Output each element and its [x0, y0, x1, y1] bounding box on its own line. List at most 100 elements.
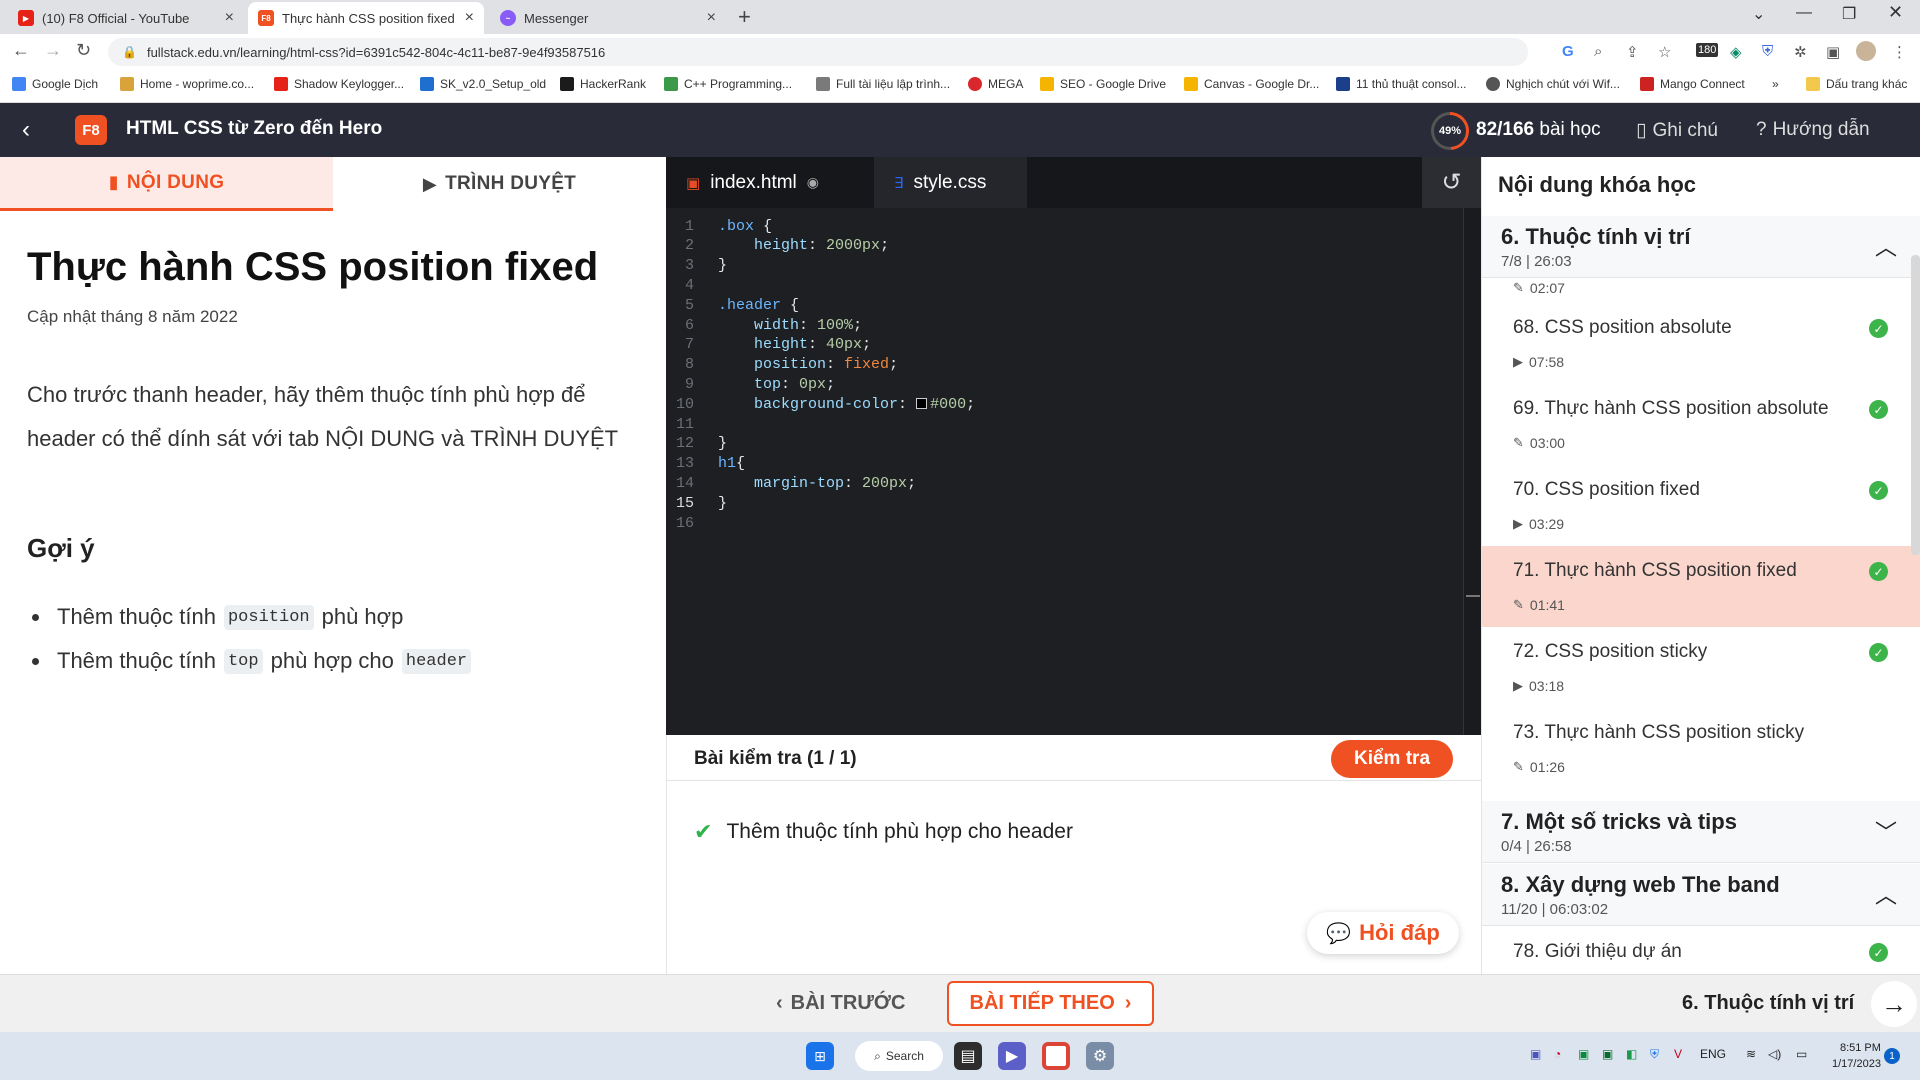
minimize-icon[interactable]: — [1796, 4, 1812, 22]
app-tray-icon[interactable]: ◧ [1626, 1047, 1637, 1061]
teams-chat-icon[interactable]: ▶ [998, 1042, 1026, 1070]
lesson-item-active[interactable]: 71. Thực hành CSS position fixed ✎ 01:41 … [1482, 546, 1920, 627]
bookmark-item[interactable]: C++ Programming... [664, 77, 792, 91]
lesson-duration: 01:26 [1529, 759, 1565, 775]
browser-tab-messenger[interactable]: ~ Messenger × [490, 2, 726, 34]
app-tray-icon[interactable]: V [1674, 1047, 1682, 1061]
tab-style-css[interactable]: ∃ style.css [874, 157, 1027, 208]
window-close-icon[interactable]: ✕ [1888, 2, 1903, 23]
app-header: ‹ F8 HTML CSS từ Zero đến Hero 49% 82/16… [0, 103, 1920, 157]
chrome-icon[interactable] [1042, 1042, 1070, 1070]
bookmark-item[interactable]: 11 thủ thuật consol... [1336, 77, 1467, 91]
teams-tray-icon[interactable]: ▣ [1530, 1047, 1541, 1061]
extension-icon[interactable]: ◈ [1730, 43, 1742, 61]
app-tray-icon[interactable]: ▣ [1602, 1047, 1613, 1061]
back-arrow-icon[interactable]: ← [12, 40, 30, 61]
close-icon[interactable]: × [707, 9, 716, 27]
forward-arrow-icon[interactable]: → [44, 40, 62, 61]
bookmark-item[interactable]: Home - woprime.co... [120, 77, 254, 91]
app-tray-icon[interactable]: ▣ [1578, 1047, 1589, 1061]
bookmark-item[interactable]: SEO - Google Drive [1040, 77, 1166, 91]
menu-dots-icon[interactable]: ⋮ [1892, 43, 1907, 61]
taskbar-search[interactable]: ⌕ Search [855, 1041, 943, 1071]
tab-index-html[interactable]: ▣ index.html ◉ [666, 157, 874, 208]
check-button[interactable]: Kiểm tra [1331, 740, 1453, 778]
code-area[interactable]: 1 .box {2 height: 2000px; 3} 4 5 .header {6 w… [666, 208, 1463, 735]
eye-icon[interactable]: ◉ [807, 174, 819, 191]
app-tray-icon[interactable]: ◔ [1554, 1047, 1561, 1061]
extension-badge-icon[interactable]: 180 [1696, 43, 1719, 57]
section-header[interactable]: 8. Xây dựng web The band 11/20 | 06:03:0… [1482, 864, 1920, 926]
tab-search-icon[interactable]: ⌄ [1752, 4, 1765, 24]
section-title: 8. Xây dựng web The band [1501, 872, 1780, 897]
share-icon[interactable]: ⇪ [1626, 43, 1639, 61]
star-icon[interactable]: ☆ [1658, 43, 1671, 61]
bookmark-item[interactable]: MEGA [968, 77, 1023, 91]
tab-browser[interactable]: ▶ TRÌNH DUYỆT [333, 157, 666, 211]
language-indicator[interactable]: ENG [1700, 1047, 1726, 1061]
lesson-item[interactable]: 78. Giới thiệu dự án ✓ [1482, 927, 1920, 974]
avatar[interactable] [1856, 41, 1876, 61]
bookmark-folder[interactable]: Dấu trang khác [1806, 77, 1907, 91]
lesson-item[interactable]: 70. CSS position fixed ▶ 03:29 ✓ [1482, 465, 1920, 546]
bookmarks-overflow[interactable]: » [1772, 77, 1779, 91]
sidepanel-icon[interactable]: ▣ [1826, 43, 1840, 61]
close-icon[interactable]: × [225, 9, 234, 27]
volume-icon[interactable]: ◁) [1768, 1047, 1781, 1061]
zoom-icon[interactable]: ⌕ [1594, 43, 1602, 60]
browser-tab-youtube[interactable]: ▶ (10) F8 Official - YouTube × [8, 2, 244, 34]
puzzle-icon[interactable]: ✲ [1794, 43, 1807, 61]
windows-start-icon[interactable]: ⊞ [806, 1042, 834, 1070]
lesson-item[interactable]: 72. CSS position sticky ▶ 03:18 ✓ [1482, 627, 1920, 708]
url-field[interactable]: 🔒 fullstack.edu.vn/learning/html-css?id=… [108, 38, 1528, 66]
code-text: h1{ [718, 455, 746, 473]
browser-tab-label: (10) F8 Official - YouTube [42, 10, 190, 26]
prev-lesson-button[interactable]: ‹ BÀI TRƯỚC [776, 992, 905, 1015]
site-icon [664, 77, 678, 91]
lesson-item[interactable]: 73. Thực hành CSS position sticky ✎ 01:26 [1482, 708, 1920, 789]
sidebar-scrollbar[interactable] [1911, 255, 1920, 555]
reload-icon[interactable]: ↻ [76, 40, 91, 61]
qa-button[interactable]: 💬 Hỏi đáp [1307, 912, 1459, 954]
done-check-icon: ✓ [1869, 943, 1888, 962]
section-header[interactable]: 7. Một số tricks và tips 0/4 | 26:58 ﹀ [1482, 801, 1920, 863]
bookmark-item[interactable]: SK_v2.0_Setup_old [420, 77, 546, 91]
lesson-meta-partial: ✎ 02:07 [1513, 280, 1565, 296]
browser-tab-lesson[interactable]: F8 Thực hành CSS position fixed × [248, 2, 484, 34]
guide-button[interactable]: ? Hướng dẫn [1756, 119, 1870, 141]
maximize-icon[interactable]: ❐ [1842, 4, 1856, 24]
settings-gear-icon[interactable]: ⚙ [1086, 1042, 1114, 1070]
shield-icon[interactable]: ⛨ [1762, 43, 1773, 60]
reset-icon[interactable]: ↺ [1422, 157, 1481, 208]
back-chevron-icon[interactable]: ‹ [22, 116, 30, 144]
globe-icon [1486, 77, 1500, 91]
arrow-right-icon[interactable]: → [1871, 981, 1917, 1027]
section-header[interactable]: 6. Thuộc tính vị trí 7/8 | 26:03 ︿ [1482, 216, 1920, 278]
wifi-icon[interactable]: ≋ [1746, 1047, 1756, 1061]
battery-icon[interactable]: ▭ [1796, 1047, 1807, 1061]
tab-content[interactable]: ▮ NỘI DUNG [0, 157, 333, 211]
bookmark-item[interactable]: HackerRank [560, 77, 646, 91]
bookmark-item[interactable]: Canvas - Google Dr... [1184, 77, 1319, 91]
bookmark-label: HackerRank [580, 77, 647, 91]
bookmark-item[interactable]: Shadow Keylogger... [274, 77, 404, 91]
lesson-item[interactable]: 69. Thực hành CSS position absolute ✎ 03:… [1482, 384, 1920, 465]
bookmark-item[interactable]: Mango Connect [1640, 77, 1745, 91]
bookmark-item[interactable]: Full tài liệu lập trình... [816, 77, 950, 91]
editor-scrollbar[interactable] [1463, 208, 1481, 735]
code-text: top: 0px; [754, 375, 836, 393]
code-line[interactable]: 16 [666, 511, 1463, 535]
f8-logo[interactable]: F8 [75, 115, 107, 145]
taskbar-clock[interactable]: 8:51 PM 1/17/2023 [1832, 1040, 1881, 1072]
new-tab-icon[interactable]: + [738, 4, 751, 30]
bookmark-item[interactable]: Google Dịch [12, 77, 98, 91]
next-lesson-button[interactable]: BÀI TIẾP THEO › [947, 981, 1154, 1026]
lesson-item[interactable]: 68. CSS position absolute ▶ 07:58 ✓ [1482, 303, 1920, 384]
notification-badge[interactable]: 1 [1884, 1048, 1900, 1064]
close-icon[interactable]: × [465, 9, 474, 27]
task-view-icon[interactable]: ▤ [954, 1042, 982, 1070]
bookmark-item[interactable]: Nghịch chút với Wif... [1486, 77, 1620, 91]
notes-button[interactable]: ▯ Ghi chú [1636, 119, 1718, 142]
shield-tray-icon[interactable]: ⛨ [1650, 1047, 1659, 1062]
google-icon[interactable]: G [1562, 43, 1574, 60]
